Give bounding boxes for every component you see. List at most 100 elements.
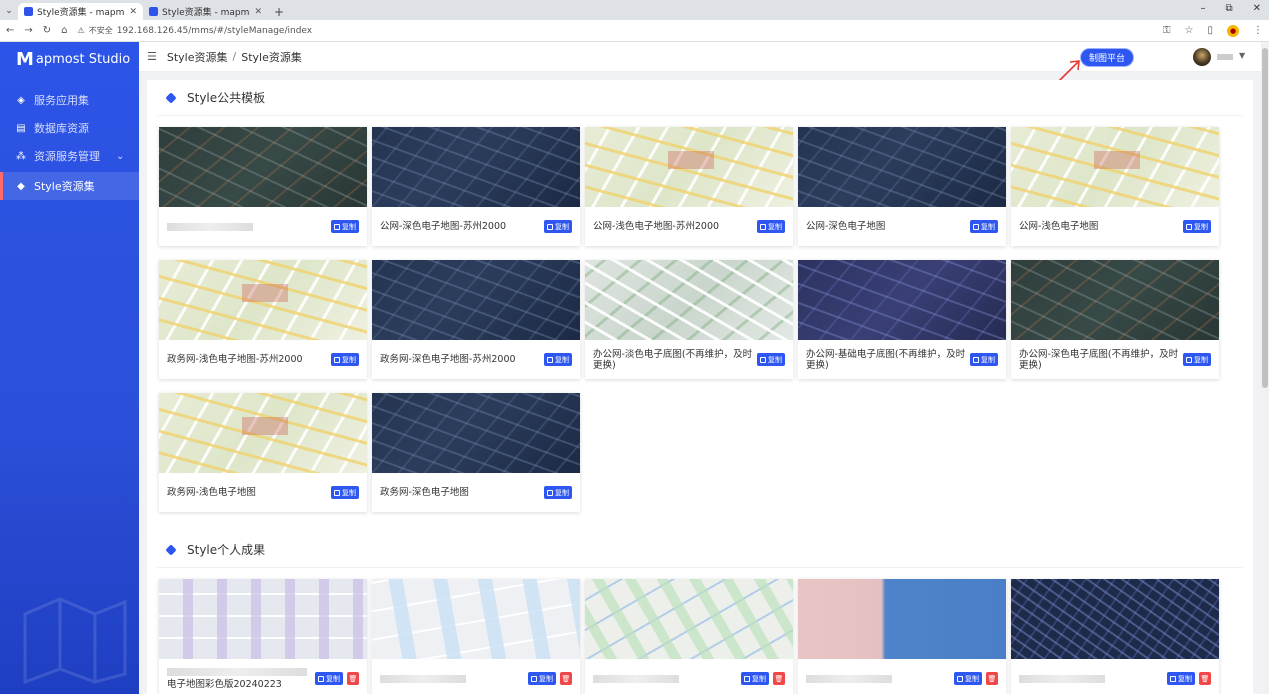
redacted-text bbox=[593, 674, 679, 683]
copy-button[interactable]: 复制 bbox=[970, 220, 998, 233]
bookmark-star-icon[interactable]: ☆ bbox=[1185, 25, 1194, 36]
style-thumbnail[interactable] bbox=[798, 260, 1006, 340]
style-card[interactable]: 办公网-基础电子底图(不再维护，及时更换) 复制 bbox=[798, 260, 1006, 379]
card-name: 办公网-深色电子底图(不再维护，及时更换) bbox=[1019, 348, 1179, 371]
close-tab-icon[interactable]: ✕ bbox=[254, 7, 262, 17]
home-icon[interactable]: ⌂ bbox=[61, 25, 67, 36]
close-tab-icon[interactable]: ✕ bbox=[129, 7, 137, 17]
style-card[interactable]: 复制 🗑 bbox=[798, 579, 1006, 694]
style-thumbnail[interactable] bbox=[159, 393, 367, 473]
style-thumbnail[interactable] bbox=[372, 393, 580, 473]
style-thumbnail[interactable] bbox=[372, 579, 580, 659]
copy-button[interactable]: 复制 bbox=[331, 486, 359, 499]
style-thumbnail[interactable] bbox=[159, 127, 367, 207]
style-thumbnail[interactable] bbox=[798, 579, 1006, 659]
copy-button[interactable]: 复制 bbox=[544, 353, 572, 366]
style-card[interactable]: 公网-浅色电子地图 复制 bbox=[1011, 127, 1219, 246]
copy-label: 复制 bbox=[1178, 674, 1192, 683]
style-thumbnail[interactable] bbox=[159, 260, 367, 340]
forward-arrow-icon[interactable]: → bbox=[24, 25, 32, 36]
style-card[interactable]: 公网-深色电子地图-苏州2000 复制 bbox=[372, 127, 580, 246]
copy-button[interactable]: 复制 bbox=[954, 672, 982, 685]
copy-button[interactable]: 复制 bbox=[331, 353, 359, 366]
copy-button[interactable]: 复制 bbox=[970, 353, 998, 366]
style-thumbnail[interactable] bbox=[798, 127, 1006, 207]
sidebar-item-label: 资源服务管理 bbox=[34, 150, 100, 163]
tab-search-chevron-icon[interactable]: ⌄ bbox=[0, 2, 18, 20]
delete-trash-icon[interactable]: 🗑 bbox=[1199, 672, 1211, 685]
avatar[interactable] bbox=[1193, 48, 1211, 66]
style-card[interactable]: 办公网-深色电子底图(不再维护，及时更换) 复制 bbox=[1011, 260, 1219, 379]
copy-label: 复制 bbox=[768, 355, 782, 364]
style-thumbnail[interactable] bbox=[1011, 127, 1219, 207]
copy-button[interactable]: 复制 bbox=[757, 220, 785, 233]
style-thumbnail[interactable] bbox=[585, 579, 793, 659]
style-card[interactable]: 政务网-深色电子地图-苏州2000 复制 bbox=[372, 260, 580, 379]
copy-button[interactable]: 复制 bbox=[1183, 353, 1211, 366]
copy-button[interactable]: 复制 bbox=[1183, 220, 1211, 233]
warning-icon: ⚠ bbox=[77, 26, 85, 35]
copy-button[interactable]: 复制 bbox=[544, 220, 572, 233]
redacted-text bbox=[1019, 674, 1105, 683]
style-card[interactable]: 公网-深色电子地图 复制 bbox=[798, 127, 1006, 246]
style-card[interactable]: 公网-浅色电子地图-苏州2000 复制 bbox=[585, 127, 793, 246]
copy-button[interactable]: 复制 bbox=[757, 353, 785, 366]
style-card[interactable]: 政务网-浅色电子地图-苏州2000 复制 bbox=[159, 260, 367, 379]
password-key-icon[interactable]: ⚿ bbox=[1163, 25, 1171, 36]
more-menu-icon[interactable]: ⋮ bbox=[1253, 25, 1263, 36]
address-bar: ← → ↻ ⌂ ⚠ 不安全 192.168.126.45/mms/#/style… bbox=[0, 20, 1269, 42]
copy-button[interactable]: 复制 bbox=[741, 672, 769, 685]
url-field[interactable]: ⚠ 不安全 192.168.126.45/mms/#/styleManage/i… bbox=[78, 25, 313, 36]
sidepanel-icon[interactable]: ▯ bbox=[1207, 25, 1213, 36]
style-thumbnail[interactable] bbox=[1011, 579, 1219, 659]
style-card[interactable]: 电子地图彩色版20240223 复制 🗑 bbox=[159, 579, 367, 694]
style-card[interactable]: 复制 🗑 bbox=[372, 579, 580, 694]
style-card[interactable]: 政务网-深色电子地图 复制 bbox=[372, 393, 580, 512]
style-thumbnail[interactable] bbox=[585, 260, 793, 340]
copy-button[interactable]: 复制 bbox=[1167, 672, 1195, 685]
style-thumbnail[interactable] bbox=[372, 127, 580, 207]
style-thumbnail[interactable] bbox=[585, 127, 793, 207]
copy-button[interactable]: 复制 bbox=[331, 220, 359, 233]
sidebar-item-style[interactable]: ◆ Style资源集 bbox=[0, 172, 139, 200]
style-thumbnail[interactable] bbox=[159, 579, 367, 659]
delete-trash-icon[interactable]: 🗑 bbox=[773, 672, 785, 685]
delete-trash-icon[interactable]: 🗑 bbox=[986, 672, 998, 685]
style-card[interactable]: 复制 🗑 bbox=[1011, 579, 1219, 694]
style-card[interactable]: 复制 bbox=[159, 127, 367, 246]
sidebar-item-resource-services[interactable]: ⁂ 资源服务管理 ⌄ bbox=[0, 142, 139, 170]
delete-trash-icon[interactable]: 🗑 bbox=[560, 672, 572, 685]
delete-trash-icon[interactable]: 🗑 bbox=[347, 672, 359, 685]
close-window-icon[interactable]: ✕ bbox=[1253, 3, 1261, 14]
extension-icon[interactable]: ● bbox=[1227, 24, 1239, 37]
reload-icon[interactable]: ↻ bbox=[43, 25, 51, 36]
breadcrumb-separator: / bbox=[232, 50, 237, 63]
copy-button[interactable]: 复制 bbox=[528, 672, 556, 685]
back-arrow-icon[interactable]: ← bbox=[6, 25, 14, 36]
style-thumbnail[interactable] bbox=[372, 260, 580, 340]
copy-button[interactable]: 复制 bbox=[315, 672, 343, 685]
browser-tab-1[interactable]: Style资源集 - mapmost studio ✕ bbox=[18, 3, 143, 20]
new-tab-plus-icon[interactable]: + bbox=[268, 3, 290, 20]
browser-tab-2[interactable]: Style资源集 - mapmost studio ✕ bbox=[143, 3, 268, 20]
scrollbar-thumb[interactable] bbox=[1262, 48, 1268, 388]
sidebar-item-database[interactable]: ▤ 数据库资源 bbox=[0, 114, 139, 142]
user-dropdown-icon[interactable]: ▼ bbox=[1239, 51, 1245, 60]
style-card[interactable]: 复制 🗑 bbox=[585, 579, 793, 694]
style-card[interactable]: 政务网-浅色电子地图 复制 bbox=[159, 393, 367, 512]
sidebar-item-service-apps[interactable]: ◈ 服务应用集 bbox=[0, 86, 139, 114]
copy-button[interactable]: 复制 bbox=[544, 486, 572, 499]
page-scrollbar[interactable] bbox=[1261, 42, 1269, 694]
card-name: 公网-深色电子地图 bbox=[806, 221, 886, 232]
mapping-platform-button[interactable]: 制图平台 bbox=[1081, 49, 1134, 66]
minimize-icon[interactable]: – bbox=[1200, 3, 1205, 14]
style-thumbnail[interactable] bbox=[1011, 260, 1219, 340]
style-card[interactable]: 办公网-淡色电子底图(不再维护，及时更换) 复制 bbox=[585, 260, 793, 379]
restore-icon[interactable]: ⧉ bbox=[1225, 3, 1232, 14]
card-footer: 公网-浅色电子地图-苏州2000 复制 bbox=[585, 207, 793, 246]
url-text: 192.168.126.45/mms/#/styleManage/index bbox=[116, 25, 313, 36]
breadcrumb-item[interactable]: Style资源集 bbox=[167, 49, 228, 65]
menu-fold-icon[interactable]: ☰ bbox=[147, 50, 157, 63]
card-name: 办公网-基础电子底图(不再维护，及时更换) bbox=[806, 348, 966, 371]
main-content: Style公共模板 复制 公网-深色电子地图-苏州2000 复制 公网-浅色电子地图-… bbox=[147, 80, 1253, 694]
